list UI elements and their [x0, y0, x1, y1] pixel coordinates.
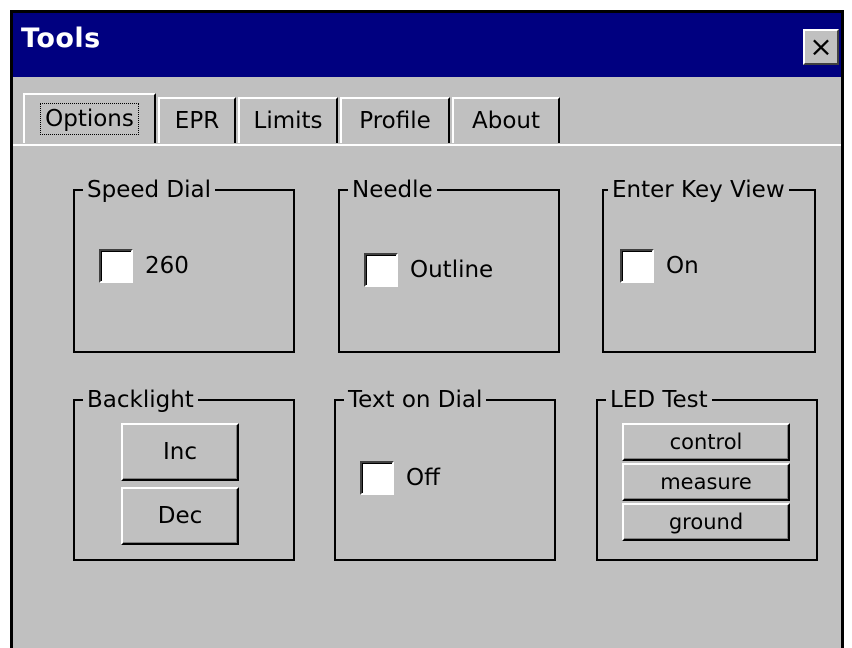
enter-key-view-group: Enter Key View On	[602, 173, 816, 353]
enter-key-view-checkbox-row[interactable]: On	[620, 249, 699, 283]
needle-checkbox-row[interactable]: Outline	[364, 253, 493, 287]
window-title: Tools	[21, 23, 101, 54]
tab-profile-label: Profile	[359, 108, 431, 134]
enter-key-view-label: Enter Key View	[608, 173, 789, 207]
backlight-dec-button[interactable]: Dec	[121, 487, 239, 545]
led-control-label: control	[669, 430, 743, 454]
tab-about-label: About	[471, 108, 540, 134]
needle-checkbox[interactable]	[364, 253, 398, 287]
tab-epr[interactable]: EPR	[158, 97, 236, 143]
close-icon: ×	[809, 30, 833, 63]
led-ground-label: ground	[668, 510, 744, 534]
led-test-label: LED Test	[606, 383, 712, 417]
backlight-inc-label: Inc	[162, 439, 197, 465]
tab-profile[interactable]: Profile	[340, 97, 450, 143]
led-control-button[interactable]: control	[622, 423, 790, 461]
title-bar: Tools ×	[13, 13, 841, 77]
backlight-dec-label: Dec	[157, 503, 203, 529]
speed-dial-group: Speed Dial 260	[73, 173, 295, 353]
close-button[interactable]: ×	[803, 29, 839, 65]
needle-label: Needle	[348, 173, 437, 207]
led-measure-label: measure	[660, 470, 752, 494]
backlight-label: Backlight	[83, 383, 198, 417]
backlight-group: Backlight Inc Dec	[73, 383, 295, 561]
text-on-dial-checkbox-label: Off	[406, 465, 440, 491]
speed-dial-checkbox-row[interactable]: 260	[99, 249, 189, 283]
text-on-dial-group: Text on Dial Off	[334, 383, 556, 561]
enter-key-view-checkbox-label: On	[666, 253, 699, 279]
led-ground-button[interactable]: ground	[622, 503, 790, 541]
tab-limits[interactable]: Limits	[238, 97, 338, 143]
tab-strip: Options EPR Limits Profile About	[23, 93, 841, 145]
needle-checkbox-label: Outline	[410, 257, 494, 283]
speed-dial-checkbox[interactable]	[99, 249, 133, 283]
tab-epr-label: EPR	[174, 108, 220, 134]
text-on-dial-label: Text on Dial	[344, 383, 487, 417]
text-on-dial-checkbox-row[interactable]: Off	[360, 461, 440, 495]
led-test-group: LED Test control measure ground	[596, 383, 818, 561]
tab-options-label: Options	[40, 103, 139, 135]
tab-limits-label: Limits	[253, 108, 323, 134]
led-measure-button[interactable]: measure	[622, 463, 790, 501]
needle-group: Needle Outline	[338, 173, 560, 353]
tools-window: Tools × Options EPR Limits Profile About…	[10, 10, 844, 648]
backlight-inc-button[interactable]: Inc	[121, 423, 239, 481]
speed-dial-checkbox-label: 260	[145, 253, 189, 279]
text-on-dial-checkbox[interactable]	[360, 461, 394, 495]
tab-about[interactable]: About	[452, 97, 560, 143]
tab-options[interactable]: Options	[23, 93, 156, 143]
speed-dial-label: Speed Dial	[83, 173, 215, 207]
enter-key-view-checkbox[interactable]	[620, 249, 654, 283]
